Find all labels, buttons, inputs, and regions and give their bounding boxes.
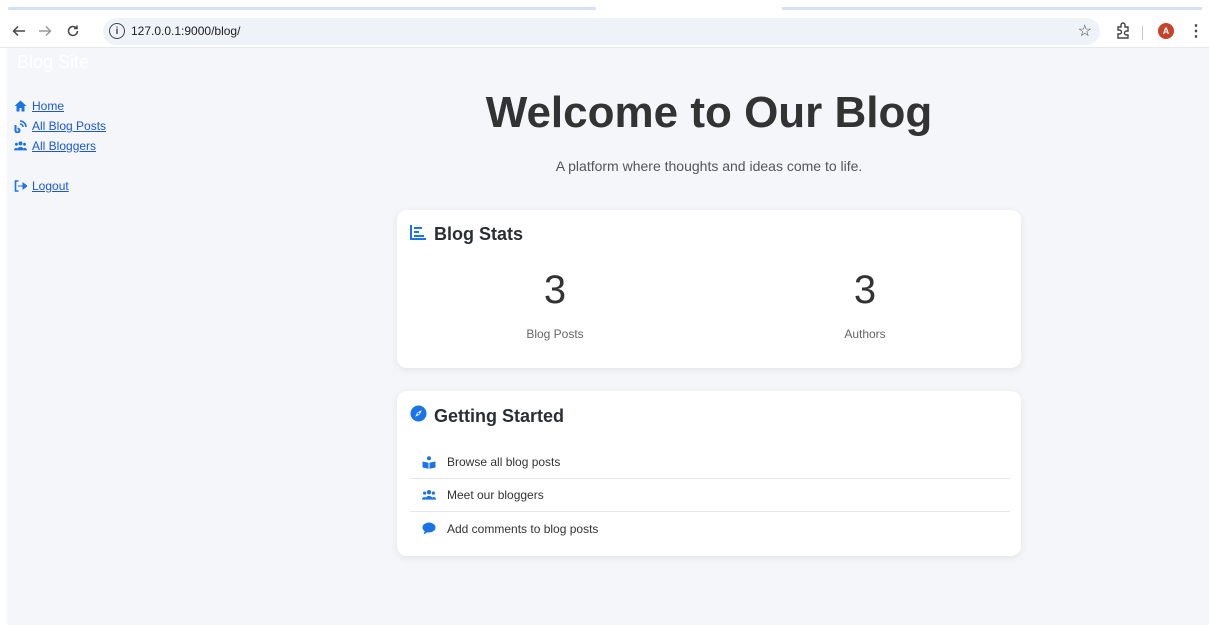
comment-icon	[422, 522, 436, 536]
sidebar-link-bloggers[interactable]: All Bloggers	[32, 139, 96, 153]
sidebar-item-logout: Logout	[14, 176, 194, 196]
list-item[interactable]: Browse all blog posts	[410, 446, 1010, 479]
reload-icon	[67, 25, 79, 37]
getting-started-list: Browse all blog posts Meet our bloggers …	[410, 446, 1010, 545]
getting-started-title: Getting Started	[434, 405, 565, 426]
list-item[interactable]: Add comments to blog posts	[410, 512, 1010, 545]
stat-blog-posts: 3 Blog Posts	[475, 268, 635, 341]
reload-button[interactable]	[62, 20, 84, 42]
tab-indicator	[8, 7, 596, 10]
sidebar-link-blog-posts[interactable]: All Blog Posts	[32, 119, 106, 133]
browser-toolbar: i 127.0.0.1:9000/blog/ ☆ A ⋮	[0, 16, 1209, 48]
bar-chart-icon	[410, 224, 427, 245]
page-body: Blog Site Home All Blog Posts All Blogge…	[7, 48, 1209, 625]
sidebar-nav: Home All Blog Posts All Bloggers Logout	[14, 96, 194, 196]
profile-avatar[interactable]: A	[1158, 23, 1174, 39]
page-subtitle: A platform where thoughts and ideas come…	[555, 158, 863, 174]
blog-icon	[14, 119, 27, 133]
stat-blog-posts-value: 3	[543, 268, 567, 312]
bookmark-star-icon[interactable]: ☆	[1078, 21, 1092, 41]
sidebar-item-blog-posts: All Blog Posts	[14, 116, 194, 136]
blog-stats-header: Blog Stats	[410, 224, 523, 245]
list-item-label: Add comments to blog posts	[447, 521, 599, 536]
sidebar-item-bloggers: All Bloggers	[14, 136, 194, 156]
blog-stats-card: Blog Stats 3 Blog Posts 3 Authors	[397, 210, 1021, 368]
browser-tab-strip	[0, 0, 1209, 16]
extensions-icon[interactable]	[1115, 22, 1131, 40]
page-title: Welcome to Our Blog	[485, 88, 933, 137]
stat-authors-value: 3	[853, 268, 877, 312]
stat-blog-posts-label: Blog Posts	[526, 327, 584, 341]
site-brand: Blog Site	[17, 52, 90, 72]
site-info-icon[interactable]: i	[109, 23, 125, 39]
home-icon	[14, 100, 27, 113]
forward-button[interactable]	[34, 20, 56, 42]
compass-icon	[410, 405, 427, 427]
sidebar-spacer	[14, 156, 194, 176]
sidebar-link-logout[interactable]: Logout	[32, 179, 69, 193]
list-item-label: Meet our bloggers	[447, 488, 544, 502]
arrow-left-icon	[12, 25, 25, 37]
list-item-label: Browse all blog posts	[447, 455, 561, 469]
address-url: 127.0.0.1:9000/blog/	[131, 24, 241, 38]
back-button[interactable]	[8, 20, 30, 42]
toolbar-divider	[1142, 26, 1143, 40]
browser-menu-icon[interactable]: ⋮	[1188, 21, 1204, 41]
stat-authors: 3 Authors	[785, 268, 945, 341]
getting-started-header: Getting Started	[410, 405, 564, 427]
tab-indicator	[782, 7, 1202, 10]
address-bar[interactable]: i 127.0.0.1:9000/blog/ ☆	[103, 18, 1100, 45]
sidebar-link-home[interactable]: Home	[32, 99, 64, 113]
blog-reader-icon	[422, 455, 436, 469]
list-item[interactable]: Meet our bloggers	[410, 479, 1010, 512]
users-icon	[14, 140, 27, 153]
sidebar-item-home: Home	[14, 96, 194, 116]
stat-authors-label: Authors	[844, 327, 886, 341]
getting-started-card: Getting Started Browse all blog posts Me…	[397, 391, 1021, 556]
logout-icon	[14, 180, 27, 193]
arrow-right-icon	[39, 25, 52, 37]
users-icon	[422, 488, 436, 502]
blog-stats-title: Blog Stats	[434, 224, 524, 244]
